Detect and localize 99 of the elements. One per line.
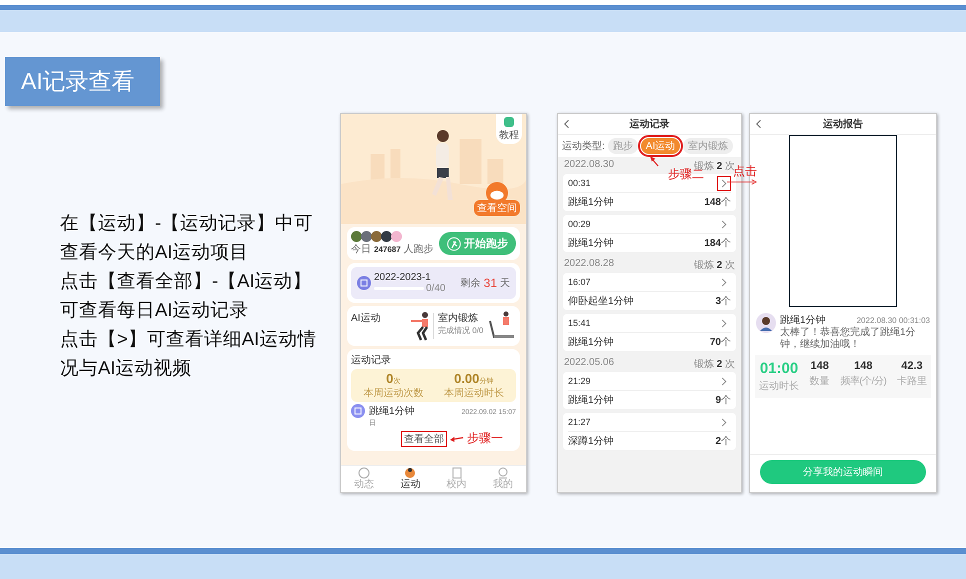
avatar-icon — [756, 313, 776, 333]
record-count: 3 — [715, 296, 721, 307]
record-name: 仰卧起坐1分钟 — [568, 294, 634, 308]
stat-value: 01:00 — [760, 360, 798, 377]
record-card[interactable]: 21:27 深蹲1分钟 2个 — [563, 413, 736, 450]
step-note: 步骤一 — [467, 430, 503, 447]
ai-sport-label: AI运动 — [351, 312, 380, 325]
annotation-arrow-icon — [450, 435, 464, 442]
record-time: 15:41 — [568, 318, 591, 328]
term-name: 2022-2023-1 — [374, 272, 432, 283]
treadmill-drawing — [486, 311, 516, 341]
record-card[interactable]: 00:29 跳绳1分钟 184个 — [563, 215, 736, 252]
record-time: 21:29 — [568, 376, 591, 386]
stat-label: 本周运动时长 — [444, 386, 504, 400]
record-unit: 个 — [721, 394, 731, 407]
remain-label: 剩余 — [460, 277, 481, 290]
record-name: 深蹲1分钟 — [568, 434, 614, 448]
group-summary: 锻炼 2 次 — [694, 358, 735, 371]
runner-icon — [447, 236, 461, 250]
runner-suffix: 人跑步 — [404, 242, 434, 256]
record-card[interactable]: 16:07 仰卧起坐1分钟 3个 — [563, 273, 736, 310]
record-card[interactable]: 21:29 跳绳1分钟 9个 — [563, 372, 736, 409]
record-unit: 个 — [721, 336, 731, 349]
description-line: 点击【>】可查看详细AI运动情 — [60, 327, 318, 351]
click-note: 点击 — [733, 164, 757, 180]
runner-count: 247687 — [374, 245, 401, 254]
tab[interactable]: 运动 — [387, 466, 434, 492]
stat-label: 频率(个/分) — [840, 374, 886, 388]
record-unit: 个 — [721, 237, 731, 250]
description-line: 点击【查看全部】-【AI运动】 — [60, 269, 313, 293]
video-frame[interactable] — [789, 135, 897, 307]
record-name: 跳绳1分钟 — [568, 336, 614, 349]
record-name: 跳绳1分钟 — [369, 404, 415, 418]
stat-label: 运动时长 — [759, 380, 799, 393]
tab-icon — [358, 467, 370, 479]
screen-title: 运动报告 — [823, 118, 863, 131]
stat-value: 42.3 — [901, 360, 923, 372]
filter-label: 运动类型: — [562, 140, 605, 153]
stat-value: 148 — [854, 360, 872, 372]
group-date: 2022.08.30 — [564, 159, 614, 172]
annotation-arrow-icon — [650, 156, 659, 167]
record-count: 70 — [710, 337, 721, 348]
record-count: 9 — [715, 395, 721, 406]
indoor-status: 完成情况 0/0 — [438, 325, 484, 336]
squat-figure-drawing — [410, 311, 429, 341]
record-card[interactable]: 15:41 跳绳1分钟 70个 — [563, 314, 736, 351]
congrats-message: 太棒了！恭喜您完成了跳绳1分钟，继续加油哦！ — [780, 327, 917, 350]
record-count: 148 — [704, 197, 721, 208]
record-unit: 个 — [721, 295, 731, 308]
back-icon[interactable] — [756, 119, 762, 129]
avatar-icon — [391, 231, 402, 242]
progress-text: 0/40 — [426, 283, 446, 294]
today-label: 今日 — [351, 243, 371, 256]
avatar-icon — [351, 231, 362, 242]
tutorial-button[interactable]: 教程 — [496, 114, 522, 144]
back-icon[interactable] — [564, 119, 570, 129]
stat-value: 0 — [386, 371, 394, 386]
user-activity: 跳绳1分钟 — [780, 314, 826, 326]
record-count: 184 — [704, 238, 721, 249]
description-line: 查看今天的AI运动项目 — [60, 240, 250, 264]
annotation-arrow-icon — [727, 179, 757, 185]
chevron-icon[interactable] — [717, 176, 731, 190]
avatar-icon — [361, 231, 372, 242]
stat-label: 数量 — [810, 375, 830, 388]
record-count: 2 — [715, 436, 721, 447]
record-icon — [351, 404, 365, 418]
tab-icon — [496, 467, 509, 479]
tab-icon — [404, 467, 416, 479]
avatar-icon — [371, 231, 382, 242]
stat-value: 0.00 — [454, 371, 480, 386]
record-time: 00:31 — [568, 178, 591, 188]
record-name: 跳绳1分钟 — [568, 394, 614, 407]
indoor-label: 室内锻炼 — [438, 312, 479, 325]
remain-unit: 天 — [500, 277, 510, 290]
group-date: 2022.05.06 — [564, 357, 614, 370]
description-line: 可查看每日AI运动记录 — [60, 298, 250, 322]
stat-value: 148 — [810, 360, 829, 372]
record-time: 00:29 — [568, 219, 591, 229]
records-title: 运动记录 — [351, 354, 392, 367]
group-summary: 锻炼 2 次 — [694, 259, 735, 272]
record-unit: 个 — [721, 196, 731, 209]
group-date: 2022.08.28 — [564, 258, 614, 271]
report-time: 2022.08.30 00:31:03 — [856, 316, 930, 325]
screen-title: 运动记录 — [630, 118, 670, 131]
record-name: 跳绳1分钟 — [568, 196, 614, 209]
record-unit: 个 — [721, 435, 731, 448]
tab-icon — [450, 467, 463, 479]
slide-title: AI记录查看 — [5, 57, 160, 106]
stat-label: 本周运动次数 — [363, 386, 424, 400]
description-line: 况与AI运动视频 — [60, 356, 192, 380]
record-time: 16:07 — [568, 277, 591, 287]
description-line: 在【运动】-【运动记录】中可 — [60, 211, 314, 235]
group-summary: 锻炼 2 次 — [694, 160, 735, 172]
record-time: 21:27 — [568, 417, 591, 427]
avatar-icon — [381, 231, 392, 242]
stat-label: 卡路里 — [896, 374, 927, 388]
view-all-button[interactable]: 查看全部 — [401, 430, 447, 446]
record-name: 跳绳1分钟 — [568, 236, 614, 250]
remain-days: 31 — [484, 276, 497, 290]
